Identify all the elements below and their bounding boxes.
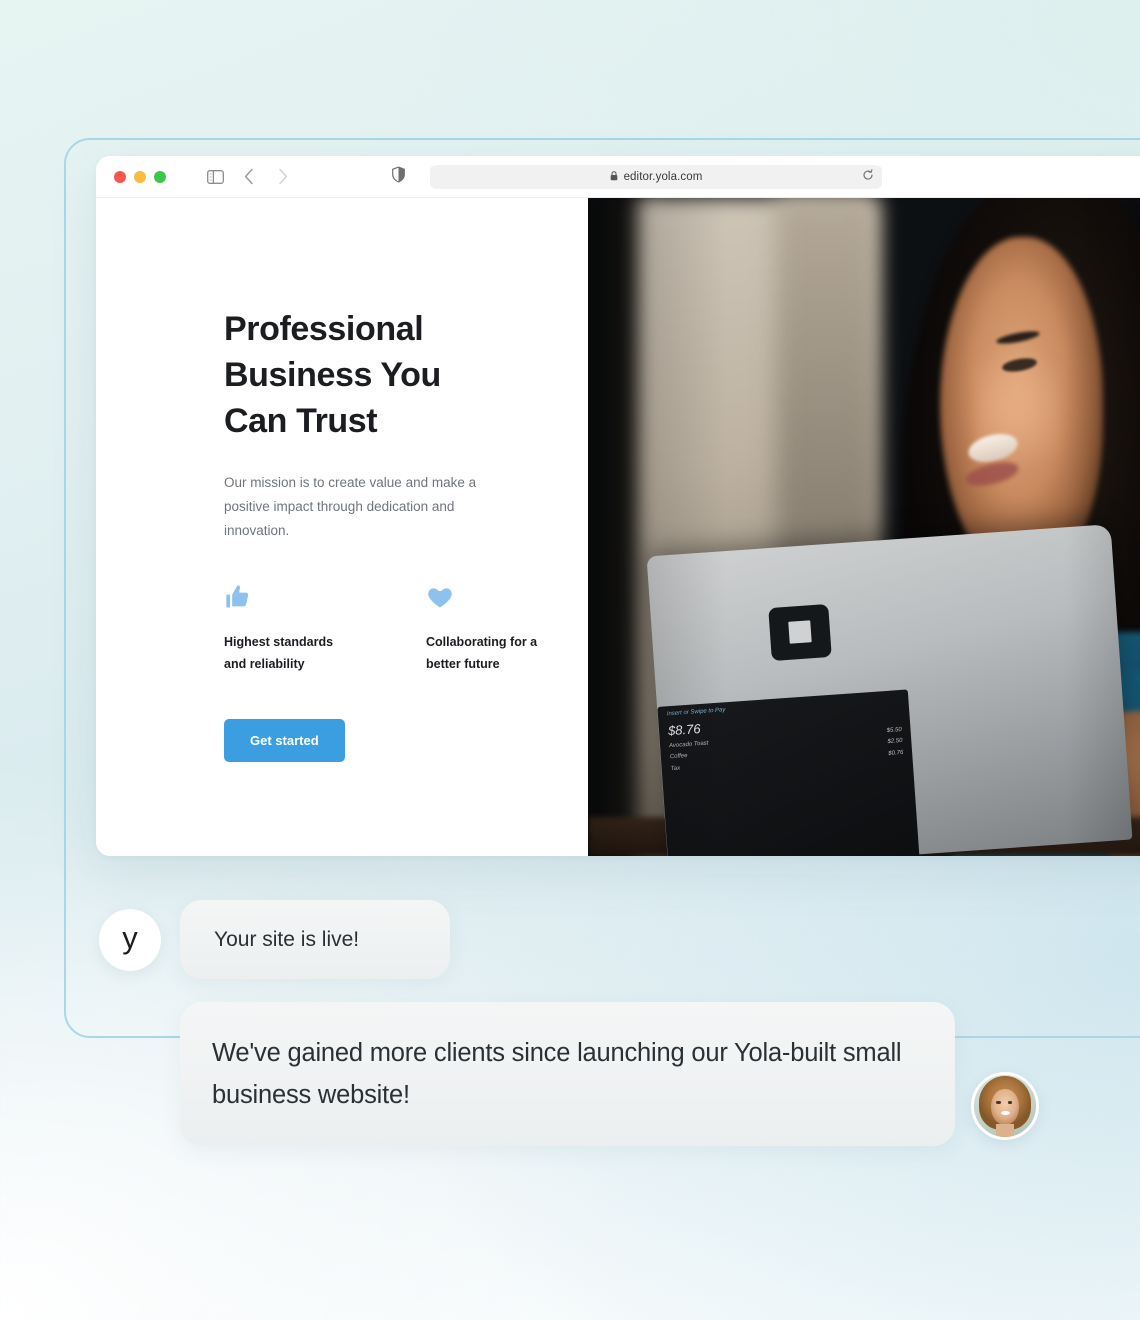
feature-list: Highest standards and reliability Collab… bbox=[224, 583, 588, 675]
page-title: Professional Business You Can Trust bbox=[224, 310, 441, 440]
brand-avatar: y bbox=[99, 909, 161, 972]
avatar-face bbox=[990, 1088, 1020, 1125]
chat-bubble-testimonial: We've gained more clients since launchin… bbox=[180, 1002, 955, 1147]
lock-icon bbox=[610, 168, 618, 186]
chat-bubble-site-live: Your site is live! bbox=[180, 900, 450, 980]
browser-chrome-bar: editor.yola.com bbox=[96, 156, 1140, 198]
feature-item: Highest standards and reliability bbox=[224, 583, 358, 675]
chat-message-text: We've gained more clients since launchin… bbox=[212, 1039, 902, 1110]
avatar-neck bbox=[996, 1124, 1014, 1138]
hero-text-column: Professional Business You Can Trust Our … bbox=[96, 198, 588, 856]
address-bar-container: editor.yola.com bbox=[392, 164, 882, 189]
maximize-window-button[interactable] bbox=[154, 170, 166, 183]
browser-window: editor.yola.com Professional Business Yo… bbox=[96, 156, 1140, 856]
reload-icon[interactable] bbox=[862, 168, 874, 186]
close-window-button[interactable] bbox=[114, 170, 126, 183]
sidebar-toggle-icon[interactable] bbox=[198, 162, 232, 192]
window-traffic-lights[interactable] bbox=[114, 170, 166, 183]
feature-item: Collaborating for a better future bbox=[426, 583, 560, 675]
avatar-eye bbox=[1008, 1101, 1013, 1104]
chat-message-text: Your site is live! bbox=[214, 928, 360, 951]
heart-icon bbox=[426, 583, 560, 613]
message-row: We've gained more clients since launchin… bbox=[0, 1002, 1140, 1147]
chevron-right-icon[interactable] bbox=[266, 162, 300, 192]
yola-logo-icon: y bbox=[122, 919, 138, 955]
hero-subtitle: Our mission is to create value and make … bbox=[224, 475, 477, 538]
feature-label: Highest standards and reliability bbox=[224, 635, 334, 671]
get-started-button[interactable]: Get started bbox=[224, 719, 345, 762]
website-page: Professional Business You Can Trust Our … bbox=[96, 198, 1140, 856]
chevron-left-icon[interactable] bbox=[232, 162, 266, 192]
hero-photo: Insert or Swipe to Pay $8.76 Avocado Toa… bbox=[588, 198, 1140, 856]
url-text: editor.yola.com bbox=[623, 170, 703, 183]
chat-section: y Your site is live! We've gained more c… bbox=[0, 900, 1140, 1147]
avatar-smile bbox=[1000, 1110, 1010, 1115]
avatar-eye bbox=[996, 1101, 1001, 1104]
user-avatar bbox=[971, 1072, 1039, 1141]
shield-icon[interactable] bbox=[392, 165, 405, 187]
thumbs-up-icon bbox=[224, 583, 358, 613]
message-row: y Your site is live! bbox=[0, 900, 1140, 980]
url-bar[interactable]: editor.yola.com bbox=[430, 164, 882, 189]
minimize-window-button[interactable] bbox=[134, 170, 146, 183]
photo-vignette bbox=[588, 198, 1140, 856]
feature-label: Collaborating for a better future bbox=[426, 635, 538, 671]
